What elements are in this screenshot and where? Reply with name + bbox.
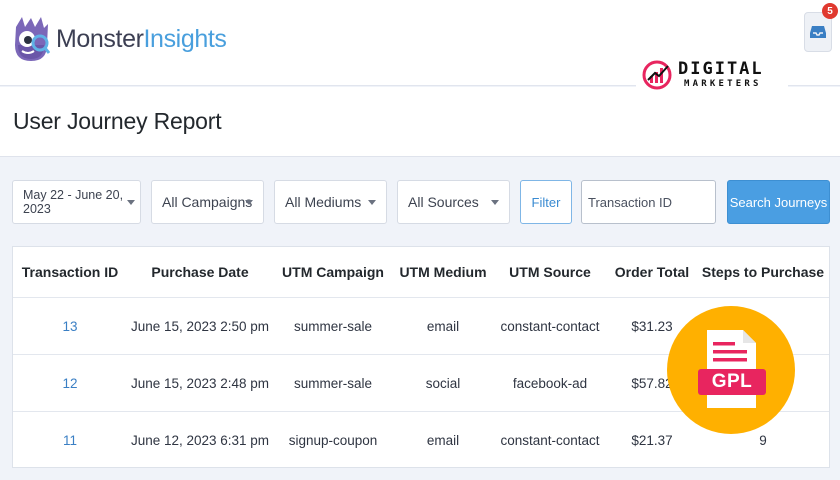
utm-medium-cell: email (426, 432, 460, 448)
mediums-value: All Mediums (285, 194, 362, 210)
utm-campaign-cell: summer-sale (293, 318, 372, 334)
notification-count-badge: 5 (822, 3, 838, 19)
column-header-utm-source[interactable]: UTM Source (493, 264, 607, 280)
gpl-badge: GPL (667, 306, 795, 434)
campaigns-select[interactable]: All Campaigns (151, 180, 264, 224)
watermark-line1: DIGITAL (678, 59, 764, 79)
utm-medium-cell: social (425, 375, 461, 391)
utm-campaign-cell: summer-sale (293, 375, 372, 391)
watermark-line2: MARKETERS (684, 79, 762, 89)
utm-campaign-cell: signup-coupon (288, 432, 378, 448)
column-header-utm-campaign[interactable]: UTM Campaign (273, 264, 393, 280)
logo-wordmark: MonsterInsights (56, 24, 227, 54)
logo-text-monster: Monster (56, 24, 144, 53)
steps-to-purchase-cell: 9 (759, 432, 767, 448)
utm-source-cell: constant-contact (500, 432, 600, 448)
monster-mascot-icon (12, 15, 51, 63)
inbox-icon (810, 26, 826, 38)
date-range-select[interactable]: May 22 - June 20, 2023 (12, 180, 141, 224)
utm-source-cell: constant-contact (500, 318, 600, 334)
utm-medium-cell: email (426, 318, 460, 334)
column-header-order-total[interactable]: Order Total (607, 264, 697, 280)
campaigns-value: All Campaigns (162, 194, 253, 210)
purchase-date-cell: June 15, 2023 2:48 pm (130, 375, 270, 391)
search-journeys-button[interactable]: Search Journeys (727, 180, 830, 224)
sources-value: All Sources (408, 194, 479, 210)
purchase-date-cell: June 15, 2023 2:50 pm (130, 318, 270, 334)
column-header-steps-to-purchase[interactable]: Steps to Purchase (697, 264, 829, 280)
transaction-id-link[interactable]: 12 (13, 376, 127, 391)
logo-text-insights: Insights (143, 24, 227, 53)
column-header-utm-medium[interactable]: UTM Medium (393, 264, 493, 280)
filter-button[interactable]: Filter (520, 180, 572, 224)
sources-select[interactable]: All Sources (397, 180, 510, 224)
transaction-id-input[interactable] (581, 180, 716, 224)
gpl-label: GPL (698, 369, 766, 395)
column-header-purchase-date[interactable]: Purchase Date (127, 264, 273, 280)
order-total-cell: $21.37 (631, 432, 673, 448)
bar-chart-logo-icon (642, 60, 672, 90)
chevron-down-icon (368, 200, 376, 205)
table-header-row: Transaction ID Purchase Date UTM Campaig… (13, 247, 829, 298)
digital-marketers-watermark: DIGITAL MARKETERS (636, 54, 788, 96)
transaction-id-link[interactable]: 13 (13, 319, 127, 334)
column-header-transaction-id[interactable]: Transaction ID (13, 264, 127, 280)
mediums-select[interactable]: All Mediums (274, 180, 387, 224)
date-range-value: May 22 - June 20, 2023 (23, 188, 124, 216)
utm-source-cell: facebook-ad (512, 375, 588, 391)
page-title: User Journey Report (13, 108, 222, 134)
transaction-id-link[interactable]: 11 (13, 433, 127, 448)
purchase-date-cell: June 12, 2023 6:31 pm (130, 432, 270, 448)
chevron-down-icon (491, 200, 499, 205)
monsterinsights-logo[interactable]: MonsterInsights (12, 14, 227, 64)
chevron-down-icon (245, 200, 253, 205)
title-band: User Journey Report (0, 87, 840, 157)
chevron-down-icon (127, 200, 135, 205)
